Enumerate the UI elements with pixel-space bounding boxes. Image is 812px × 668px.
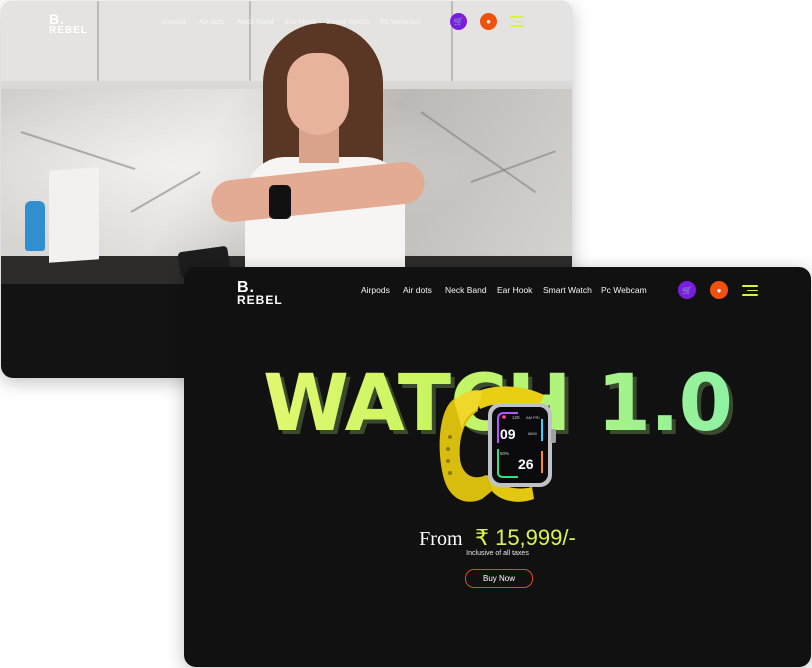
tax-note: Inclusive of all taxes (466, 550, 529, 557)
nav-link-neck-band[interactable]: Neck Band (237, 17, 285, 26)
nav-link-pc-webcam[interactable]: Pc Webcam (601, 285, 651, 295)
nav-link-air-dots[interactable]: Air dots (199, 17, 237, 26)
nav-link-pc-webcam[interactable]: Pc Webcam (380, 17, 425, 26)
price-line: From ₹ 15,999/- (184, 525, 811, 551)
user-icon: ● (716, 285, 722, 295)
price-prefix: From (419, 528, 463, 550)
main-hero-card: B. REBEL Airpods Air dots Neck Band Ear … (184, 267, 811, 667)
top-nav-back: B. REBEL Airpods Air dots Neck Band Ear … (1, 1, 572, 43)
nav-link-neck-band[interactable]: Neck Band (445, 285, 497, 295)
watch-top-left-value: 120 (512, 415, 520, 420)
cart-icon: 🛒 (682, 285, 692, 295)
user-button[interactable]: ● (480, 13, 497, 30)
buy-now-button[interactable]: Buy Now (465, 569, 533, 588)
cart-icon: 🛒 (453, 17, 464, 26)
nav-link-ear-hook[interactable]: Ear Hook (285, 17, 326, 26)
user-icon: ● (486, 17, 491, 26)
watch-hours: 09 (500, 426, 516, 442)
brand-logo[interactable]: B. REBEL (49, 12, 88, 35)
nav-links: Airpods Air dots Neck Band Ear Hook Smar… (161, 17, 425, 26)
nav-link-airpods[interactable]: Airpods (361, 285, 403, 295)
brand-logo[interactable]: B. REBEL (237, 279, 283, 306)
user-button[interactable]: ● (710, 281, 728, 299)
nav-link-ear-hook[interactable]: Ear Hook (497, 285, 543, 295)
cart-button[interactable]: 🛒 (678, 281, 696, 299)
price-value: ₹ 15,999/- (474, 525, 576, 550)
nav-links: Airpods Air dots Neck Band Ear Hook Smar… (361, 285, 651, 295)
nav-link-air-dots[interactable]: Air dots (403, 285, 445, 295)
cart-button[interactable]: 🛒 (450, 13, 467, 30)
hamburger-menu-icon[interactable] (742, 285, 758, 296)
nav-link-smart-watch[interactable]: Smart Watch (543, 285, 601, 295)
watch-mid-right-value: 6800 (528, 431, 538, 436)
nav-link-smart-watch[interactable]: Smart Watch (326, 17, 380, 26)
smartwatch-product-image: 120 AM FRI 09 6800 50% 26 (434, 379, 564, 511)
watch-bottom-left-value: 50% (500, 451, 509, 456)
nav-link-airpods[interactable]: Airpods (161, 17, 199, 26)
watch-minutes: 26 (518, 456, 534, 472)
watch-top-right-value: AM FRI (526, 415, 540, 420)
hero-photo-woman-with-smartwatch (1, 1, 572, 284)
hamburger-menu-icon[interactable] (510, 16, 524, 27)
